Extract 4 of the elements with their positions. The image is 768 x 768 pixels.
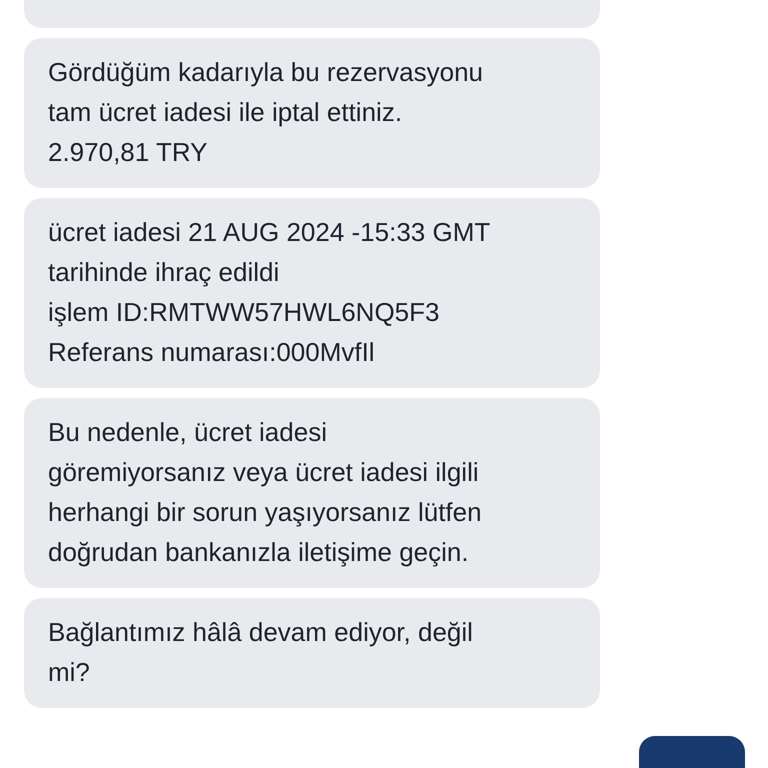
message-text: Bağlantımız hâlâ devam ediyor, değil mi? (48, 616, 474, 689)
message-text: ücret iadesi 21 AUG 2024 -15:33 GMT tarihinde ihraç edildi işlem ID:RMTWW57HWL6NQ5F3 Referans numarası:000MvfIl (48, 216, 492, 369)
message-text: Bu nedenle, ücret iadesi göremiyorsanız veya ücret iadesi ilgili herhangi bir sorun yaşıyorsanız lütfen doğrudan bankanızla iletişime geçin. (48, 416, 483, 569)
message-text: Gördüğüm kadarıyla bu rezervasyonu tam ücret iadesi ile iptal ettiniz. 2.970,81 TRY (48, 56, 484, 169)
